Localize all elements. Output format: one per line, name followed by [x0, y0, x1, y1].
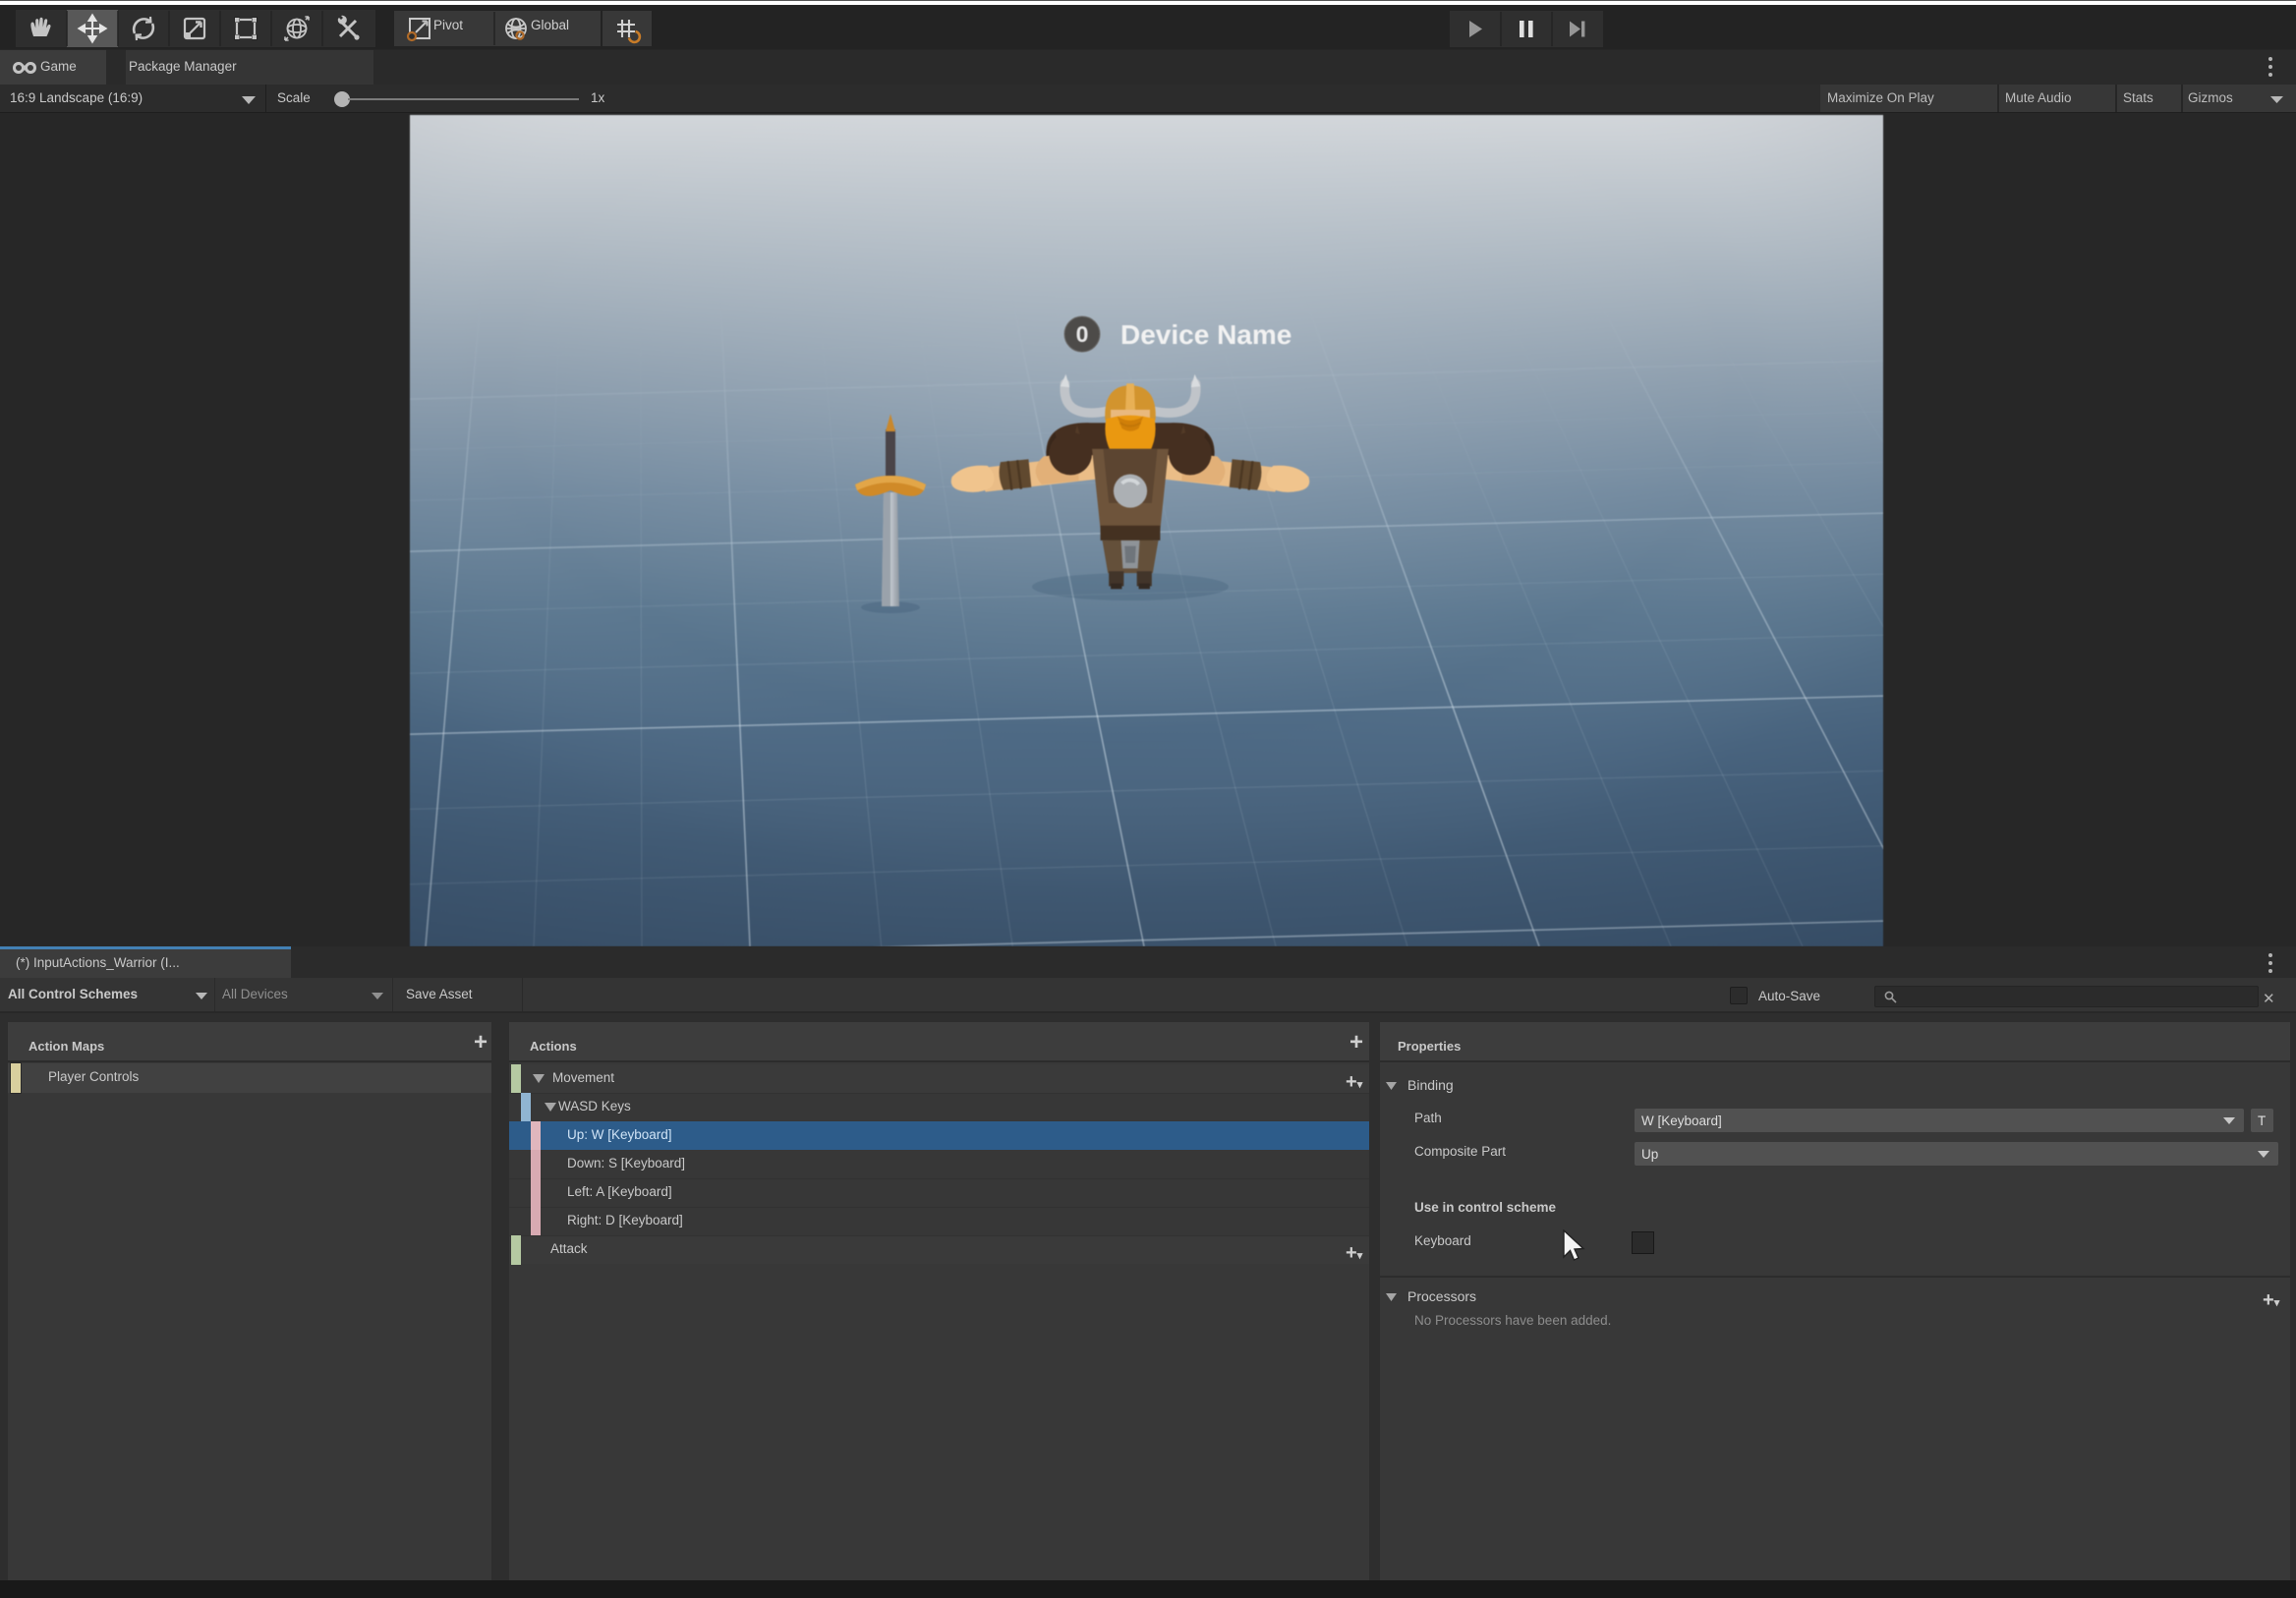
- svg-text:Device Name: Device Name: [1120, 319, 1292, 350]
- svg-text:0: 0: [1076, 321, 1089, 347]
